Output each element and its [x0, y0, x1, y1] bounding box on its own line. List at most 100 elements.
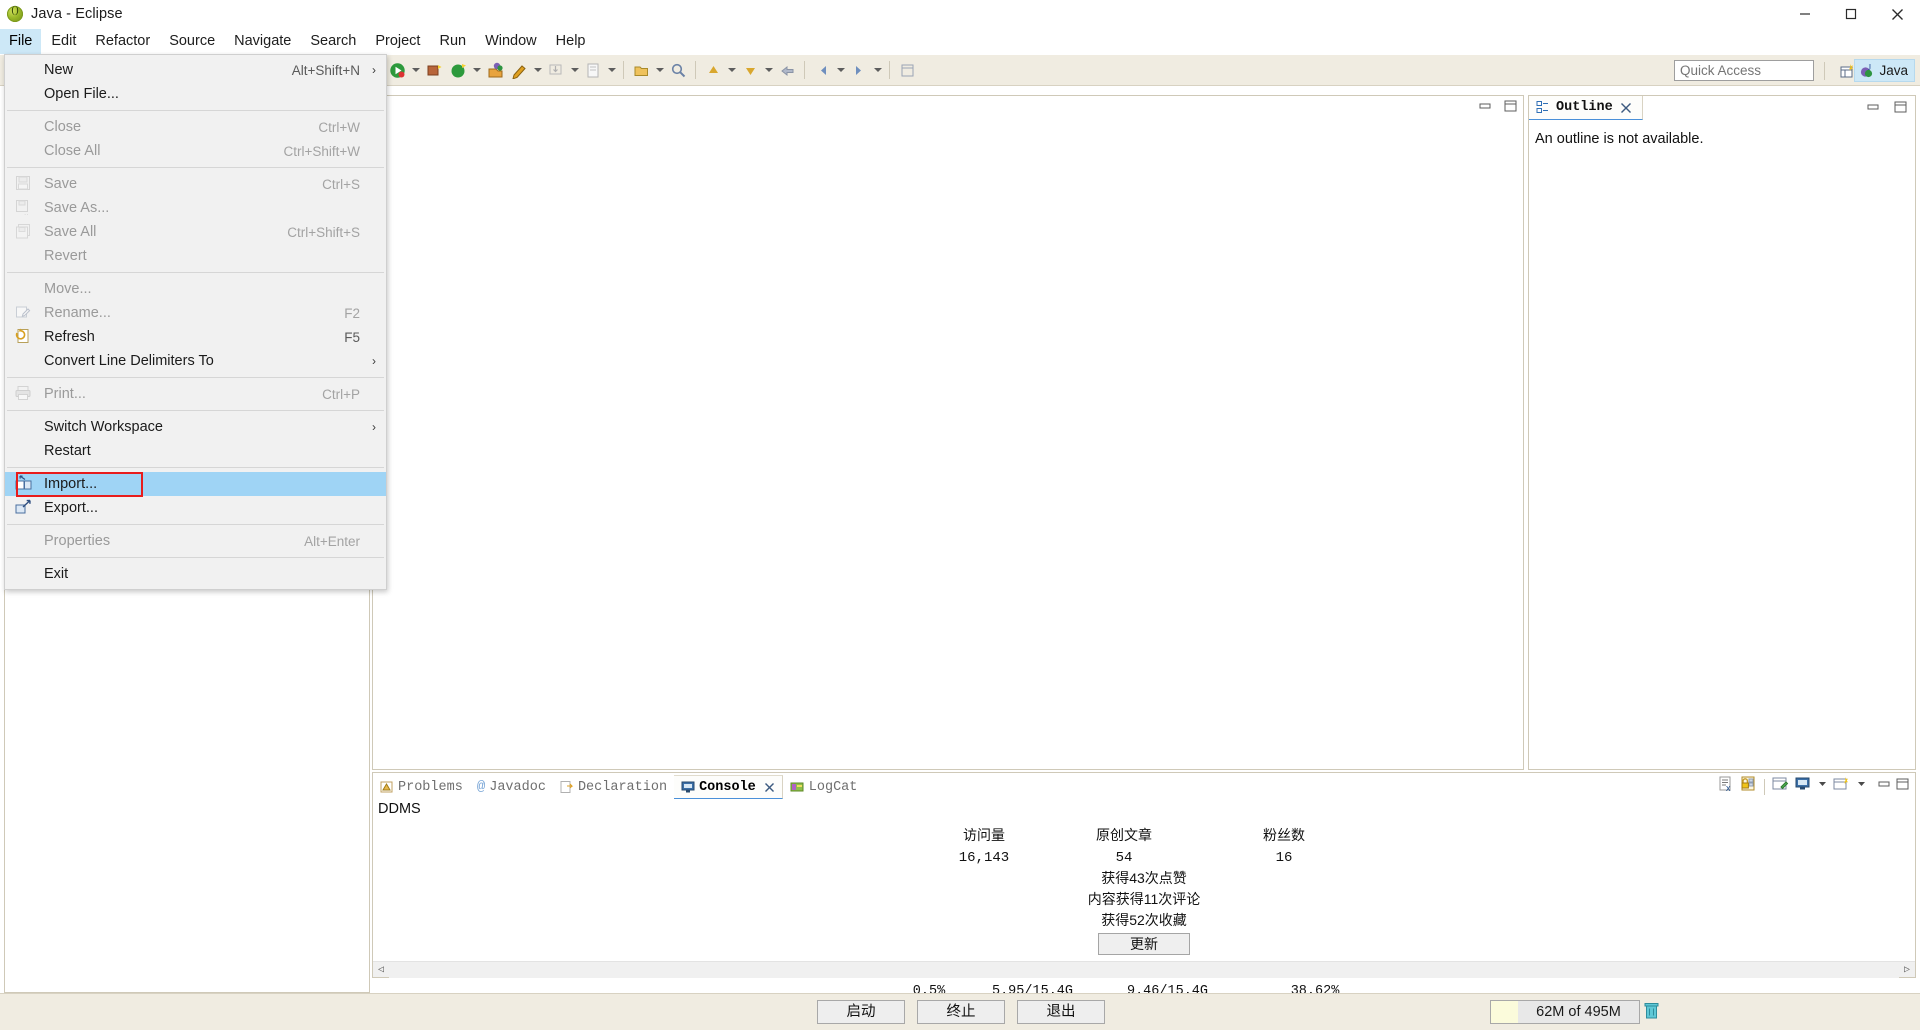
previous-annotation-dropdown-icon[interactable] — [725, 59, 738, 81]
menu-item-label: Restart — [44, 443, 91, 459]
toolbar-separator-3 — [695, 61, 696, 79]
tab-label: Javadoc — [489, 779, 546, 795]
android-virtual-device-icon[interactable] — [447, 59, 469, 81]
outline-view[interactable]: Outline An outline is not available. — [1528, 95, 1916, 770]
search-toolbar-icon[interactable] — [667, 59, 689, 81]
android-dropdown-icon[interactable] — [470, 59, 483, 81]
menu-separator — [7, 167, 384, 168]
new-java-package-icon[interactable] — [484, 59, 506, 81]
previous-annotation-icon[interactable] — [702, 59, 724, 81]
stat-favorites-line: 获得52次收藏 — [1101, 912, 1187, 928]
maximize-view-icon[interactable] — [1504, 100, 1517, 118]
file-menu-item-export[interactable]: Export... — [5, 496, 386, 520]
stop-button[interactable]: 终止 — [917, 1000, 1005, 1024]
menu-search[interactable]: Search — [301, 29, 365, 54]
stats-value-row: 16,143 54 16 — [373, 850, 1915, 866]
editor-area[interactable] — [372, 95, 1524, 770]
maximize-view-icon[interactable] — [1894, 101, 1907, 119]
trash-icon[interactable] — [1644, 1002, 1662, 1022]
back-dropdown-icon[interactable] — [834, 59, 847, 81]
next-annotation-icon[interactable] — [739, 59, 761, 81]
new-folder-icon[interactable] — [630, 59, 652, 81]
new-class-dropdown-icon[interactable] — [531, 59, 544, 81]
exit-button[interactable]: 退出 — [1017, 1000, 1105, 1024]
java-app-icon — [7, 4, 23, 22]
display-console-icon[interactable] — [1795, 776, 1812, 797]
scroll-left-icon[interactable]: ◁ — [373, 964, 389, 976]
update-button[interactable]: 更新 — [1098, 933, 1190, 955]
pin-console-icon[interactable] — [1772, 776, 1790, 797]
minimize-view-icon[interactable] — [1878, 778, 1891, 796]
menu-source[interactable]: Source — [160, 29, 224, 54]
maximize-view-icon[interactable] — [1896, 778, 1909, 796]
android-sdk-manager-icon[interactable] — [423, 59, 445, 81]
last-edit-location-icon[interactable] — [776, 59, 798, 81]
forward-dropdown-icon[interactable] — [871, 59, 884, 81]
menu-edit[interactable]: Edit — [42, 29, 85, 54]
tab-javadoc[interactable]: @ Javadoc — [470, 775, 553, 799]
tab-console[interactable]: Console — [674, 775, 783, 799]
console-panel[interactable]: Problems @ Javadoc Declaration Console L… — [372, 772, 1916, 999]
file-menu-item-import[interactable]: Import... — [5, 472, 386, 497]
close-tab-icon[interactable] — [764, 782, 775, 793]
file-menu-item-new[interactable]: New Alt+Shift+N › — [5, 58, 386, 82]
quick-access-input[interactable] — [1674, 60, 1814, 81]
minimize-view-icon[interactable] — [1479, 100, 1492, 118]
next-annotation-dropdown-icon[interactable] — [762, 59, 775, 81]
menu-project[interactable]: Project — [366, 29, 429, 54]
start-button[interactable]: 启动 — [817, 1000, 905, 1024]
menu-navigate[interactable]: Navigate — [225, 29, 300, 54]
file-menu-item-switch-workspace[interactable]: Switch Workspace › — [5, 415, 386, 439]
close-tab-icon[interactable] — [1620, 102, 1632, 114]
file-menu-item-convert-line-delimiters-to[interactable]: Convert Line Delimiters To › — [5, 349, 386, 373]
scroll-right-icon[interactable]: ▷ — [1899, 964, 1915, 976]
import-dropdown-icon[interactable] — [568, 59, 581, 81]
menu-item-label: Convert Line Delimiters To — [44, 353, 214, 369]
forward-icon[interactable] — [848, 59, 870, 81]
pin-editor-icon[interactable] — [896, 59, 918, 81]
menu-item-shortcut: Ctrl+S — [322, 176, 360, 192]
maximize-button[interactable] — [1828, 0, 1874, 28]
stat-header-fans: 粉丝数 — [1263, 827, 1305, 843]
menu-help[interactable]: Help — [547, 29, 595, 54]
open-type-dropdown-icon[interactable] — [605, 59, 618, 81]
tab-outline[interactable]: Outline — [1529, 96, 1643, 120]
menu-window[interactable]: Window — [476, 29, 546, 54]
file-menu-item-restart[interactable]: Restart — [5, 439, 386, 463]
console-output[interactable]: DDMS 访问量 原创文章 粉丝数 16,143 54 16 获得43次点赞 内… — [373, 799, 1915, 999]
menu-file[interactable]: File — [0, 29, 42, 54]
scrollbar-track[interactable] — [389, 961, 1899, 978]
new-folder-dropdown-icon[interactable] — [653, 59, 666, 81]
open-console-icon[interactable] — [1833, 776, 1851, 797]
tab-logcat[interactable]: LogCat — [783, 775, 865, 799]
debug-icon[interactable] — [386, 59, 408, 81]
minimize-button[interactable] — [1782, 0, 1828, 28]
svg-text:..: .. — [24, 208, 28, 215]
tab-problems[interactable]: Problems — [373, 775, 470, 799]
menu-separator — [7, 524, 384, 525]
scroll-lock-icon[interactable] — [1740, 776, 1757, 797]
perspective-java-button[interactable]: J Java — [1854, 59, 1915, 82]
menu-refactor[interactable]: Refactor — [86, 29, 159, 54]
debug-dropdown-icon[interactable] — [409, 59, 422, 81]
window-title: Java - Eclipse — [31, 6, 123, 22]
file-menu-item-refresh[interactable]: Refresh F5 — [5, 325, 386, 349]
tab-declaration[interactable]: Declaration — [553, 775, 674, 799]
clear-console-icon[interactable]: x — [1718, 776, 1735, 797]
back-icon[interactable] — [811, 59, 833, 81]
new-java-class-icon[interactable] — [508, 59, 530, 81]
file-menu-item-open-file[interactable]: Open File... — [5, 82, 386, 106]
minimize-view-icon[interactable] — [1867, 101, 1880, 119]
display-console-dropdown-icon[interactable] — [1817, 776, 1828, 797]
open-type-icon[interactable] — [582, 59, 604, 81]
import-toolbar-icon[interactable] — [545, 59, 567, 81]
file-menu-dropdown[interactable]: New Alt+Shift+N › Open File... Close Ctrl+W Cl… — [4, 54, 387, 590]
close-button[interactable] — [1874, 0, 1920, 28]
open-console-dropdown-icon[interactable] — [1856, 776, 1867, 797]
file-menu-item-exit[interactable]: Exit — [5, 562, 386, 586]
console-horizontal-scrollbar[interactable]: ◁ ▷ — [373, 961, 1915, 978]
heap-status[interactable]: 62M of 495M — [1490, 1000, 1640, 1024]
toolbar-separator-4 — [804, 61, 805, 79]
menu-run[interactable]: Run — [430, 29, 475, 54]
print-icon — [15, 385, 33, 403]
